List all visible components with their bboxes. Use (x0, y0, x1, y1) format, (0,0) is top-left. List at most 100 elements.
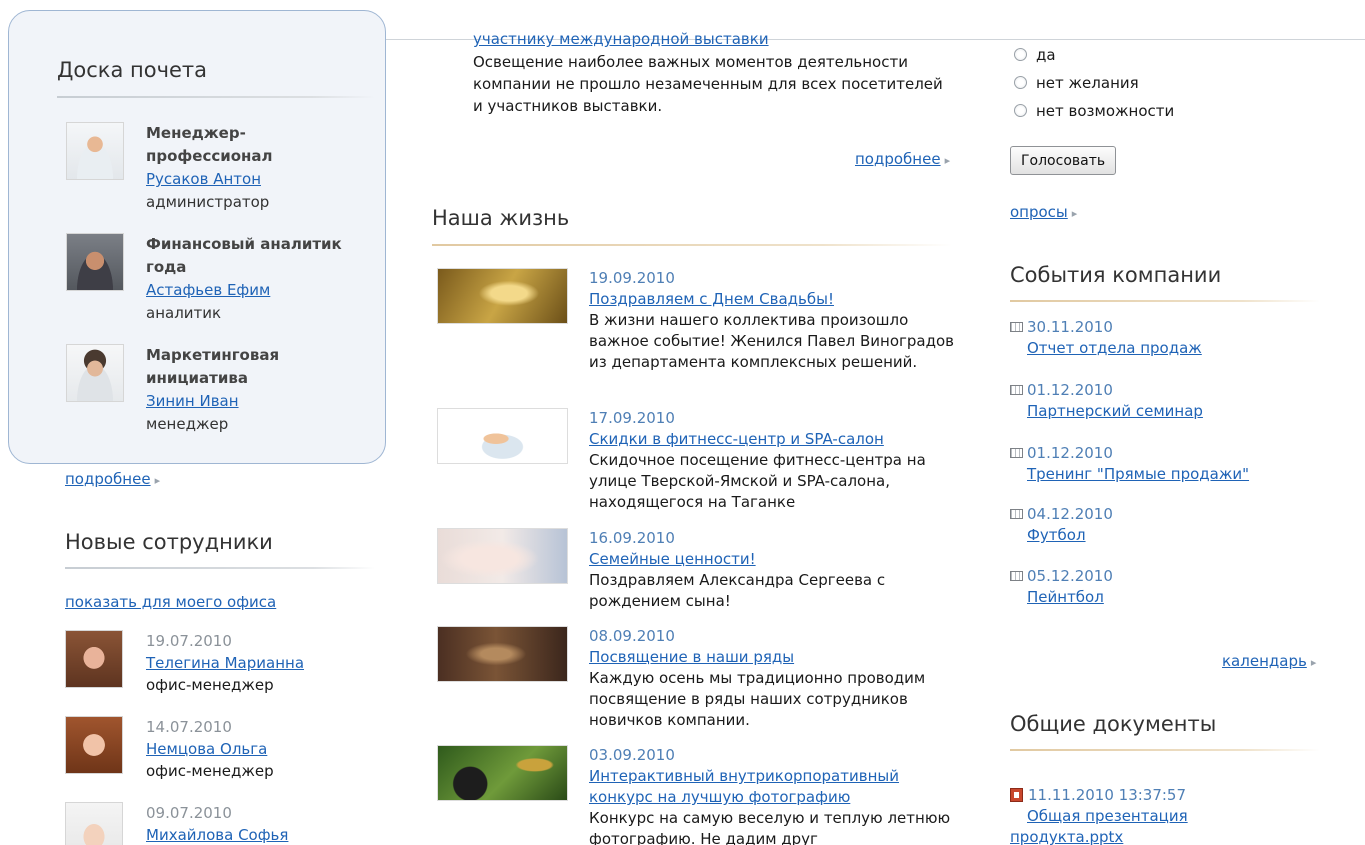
events-divider (1010, 300, 1320, 302)
honor-item: Менеджер-профессионал Русаков Антон адми… (57, 122, 377, 232)
event-link[interactable]: Партнерский семинар (1027, 401, 1203, 422)
news-link[interactable]: Интерактивный внутрикорпоративный конкур… (589, 766, 959, 808)
show-office-link[interactable]: показать для моего офиса (65, 593, 276, 611)
calendar-icon (1010, 571, 1023, 581)
news-thumbnail[interactable] (437, 528, 568, 584)
honor-award: Менеджер-профессионал (146, 124, 273, 165)
news-thumbnail[interactable] (437, 745, 568, 801)
event-item: 01.12.2010 Партнерский семинар (1010, 380, 1203, 422)
polls-link-label[interactable]: опросы (1010, 203, 1068, 221)
document-file-link[interactable]: продукта.pptx (1010, 827, 1188, 845)
news-date: 03.09.2010 (589, 746, 675, 764)
radio-icon[interactable] (1014, 104, 1027, 117)
event-date: 30.11.2010 (1027, 318, 1113, 336)
event-item: 04.12.2010 Футбол (1010, 504, 1113, 546)
honor-board-title: Доска почета (57, 58, 208, 82)
vote-button[interactable]: Голосовать (1010, 146, 1117, 175)
our-life-title: Наша жизнь (432, 206, 570, 230)
news-summary: Освещение наиболее важных моментов деяте… (473, 53, 943, 115)
news-title-link[interactable]: участнику международной выставки (473, 30, 769, 48)
honor-more-link[interactable]: подробнее ▸ (65, 470, 160, 488)
chevron-right-icon: ▸ (1071, 207, 1078, 220)
honor-person-link[interactable]: Зинин Иван (146, 390, 336, 413)
poll-option-label: да (1036, 46, 1056, 64)
news-link[interactable]: Семейные ценности! (589, 549, 959, 570)
news-date: 17.09.2010 (589, 409, 675, 427)
poll-option[interactable]: да (1014, 45, 1056, 65)
pptx-file-icon (1010, 788, 1023, 802)
news-text: Скидочное посещение фитнесс-центра на ул… (589, 451, 926, 511)
radio-icon[interactable] (1014, 48, 1027, 61)
news-date: 08.09.2010 (589, 627, 675, 645)
poll-option[interactable]: нет желания (1014, 73, 1139, 93)
honor-person-role: аналитик (146, 304, 222, 322)
avatar[interactable] (65, 802, 123, 845)
chevron-right-icon: ▸ (154, 474, 161, 487)
avatar[interactable] (66, 344, 124, 402)
staff-name-link[interactable]: Телегина Марианна (146, 652, 304, 674)
poll-option[interactable]: нет возможности (1014, 101, 1174, 121)
calendar-icon (1010, 385, 1023, 395)
radio-icon[interactable] (1014, 76, 1027, 89)
staff-role: офис-менеджер (146, 762, 274, 780)
chevron-right-icon: ▸ (944, 154, 951, 167)
staff-date: 19.07.2010 (146, 632, 232, 650)
staff-role: офис-менеджер (146, 676, 274, 694)
staff-item: 14.07.2010 Немцова Ольга офис-менеджер (65, 716, 375, 796)
event-date: 05.12.2010 (1027, 567, 1113, 585)
news-link[interactable]: Поздравляем с Днем Свадьбы! (589, 289, 959, 310)
event-link[interactable]: Тренинг "Прямые продажи" (1027, 464, 1249, 485)
staff-name-link[interactable]: Михайлова Софья (146, 824, 288, 845)
staff-item: 09.07.2010 Михайлова Софья (65, 802, 375, 845)
event-item: 01.12.2010 Тренинг "Прямые продажи" (1010, 443, 1249, 485)
honor-board-divider (57, 96, 375, 98)
poll-option-label: нет возможности (1036, 102, 1175, 120)
avatar[interactable] (66, 122, 124, 180)
events-title: События компании (1010, 263, 1222, 287)
event-link[interactable]: Пейнтбол (1027, 587, 1113, 608)
staff-name-link[interactable]: Немцова Ольга (146, 738, 274, 760)
calendar-link-label[interactable]: календарь (1222, 652, 1307, 670)
avatar[interactable] (65, 630, 123, 688)
honor-award: Маркетинговая инициатива (146, 346, 280, 387)
document-item: 11.11.2010 13:37:57 Общая презентация пр… (1010, 785, 1188, 845)
poll-option-label: нет желания (1036, 74, 1139, 92)
news-more-link[interactable]: подробнее ▸ (855, 150, 950, 168)
calendar-icon (1010, 509, 1023, 519)
our-life-divider (432, 244, 952, 246)
event-link[interactable]: Отчет отдела продаж (1027, 338, 1202, 359)
calendar-icon (1010, 448, 1023, 458)
honor-person-role: менеджер (146, 415, 229, 433)
news-text: Поздравляем Александра Сергеева с рожден… (589, 571, 886, 610)
news-more-label[interactable]: подробнее (855, 150, 941, 168)
event-date: 01.12.2010 (1027, 444, 1113, 462)
calendar-link[interactable]: календарь ▸ (1222, 652, 1316, 670)
document-datetime: 11.11.2010 13:37:57 (1028, 786, 1187, 804)
staff-date: 14.07.2010 (146, 718, 232, 736)
honor-person-link[interactable]: Русаков Антон (146, 168, 306, 191)
event-link[interactable]: Футбол (1027, 525, 1113, 546)
new-staff-divider (65, 567, 375, 569)
news-text: В жизни нашего коллектива произошло важн… (589, 311, 955, 371)
honor-person-role: администратор (146, 193, 270, 211)
polls-link[interactable]: опросы ▸ (1010, 203, 1077, 221)
documents-title: Общие документы (1010, 712, 1217, 736)
event-item: 30.11.2010 Отчет отдела продаж (1010, 317, 1202, 359)
staff-date: 09.07.2010 (146, 804, 232, 822)
chevron-right-icon: ▸ (1310, 656, 1317, 669)
honor-item: Финансовый аналитик года Астафьев Ефим а… (57, 233, 377, 343)
new-staff-title: Новые сотрудники (65, 530, 273, 554)
avatar[interactable] (66, 233, 124, 291)
news-thumbnail[interactable] (437, 268, 568, 324)
document-link[interactable]: Общая презентация (1027, 806, 1188, 827)
honor-more-label[interactable]: подробнее (65, 470, 151, 488)
news-thumbnail[interactable] (437, 626, 568, 682)
news-text: Каждую осень мы традиционно проводим пос… (589, 669, 926, 729)
news-thumbnail[interactable] (437, 408, 568, 464)
honor-person-link[interactable]: Астафьев Ефим (146, 279, 376, 302)
news-link[interactable]: Посвящение в наши ряды (589, 647, 959, 668)
avatar[interactable] (65, 716, 123, 774)
news-date: 19.09.2010 (589, 269, 675, 287)
event-item: 05.12.2010 Пейнтбол (1010, 566, 1113, 608)
news-link[interactable]: Скидки в фитнесс-центр и SPA-салон (589, 429, 959, 450)
